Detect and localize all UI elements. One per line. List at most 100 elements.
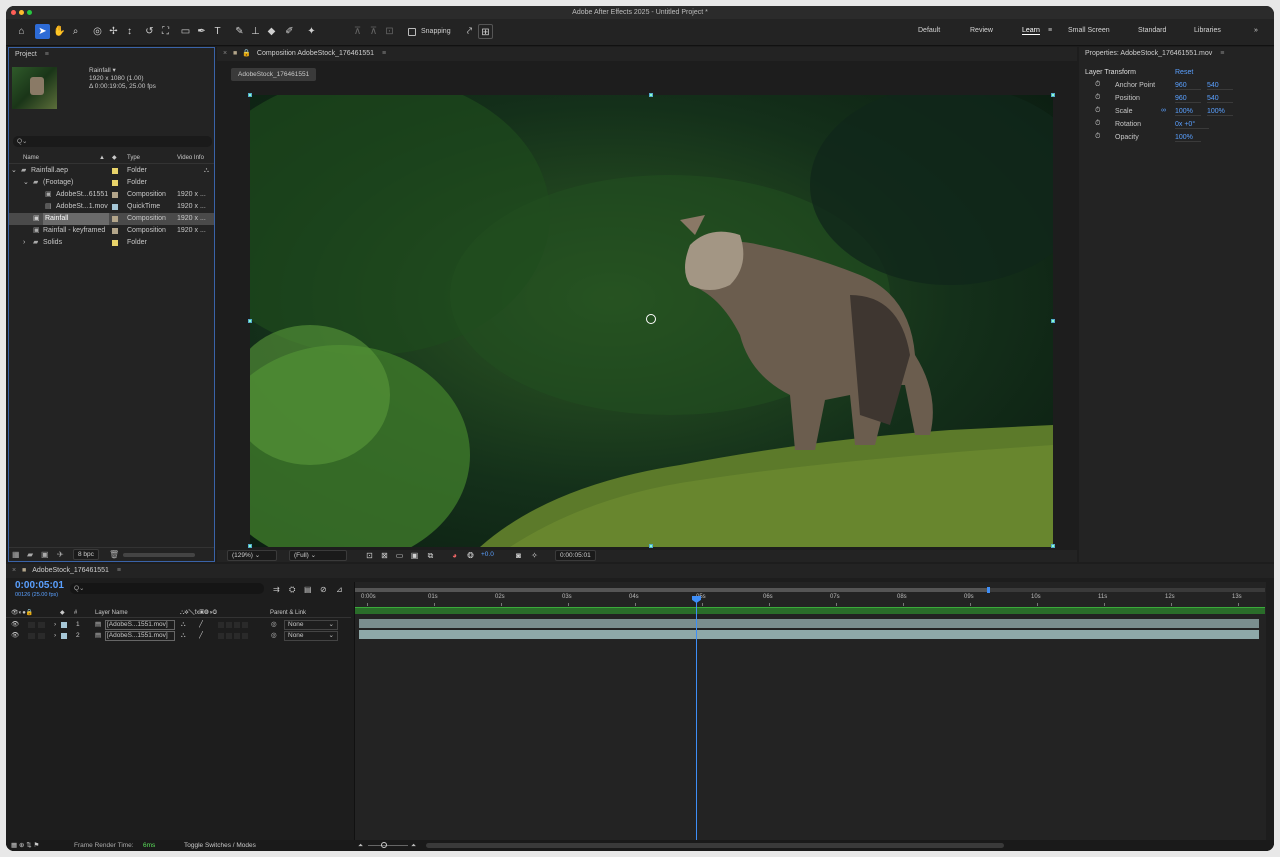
pick-whip-icon[interactable]: ◎ [271, 631, 277, 641]
column-type[interactable]: Type [127, 153, 140, 164]
project-item-footage[interactable]: ⌄ ▰ (Footage) Folder [9, 177, 214, 189]
column-name[interactable]: Name [23, 153, 39, 164]
label-swatch[interactable] [112, 204, 118, 210]
anchor-tool-icon[interactable]: ⛶ [158, 24, 173, 39]
pan-camera-icon[interactable]: ✢ [106, 24, 121, 39]
puppet-pin-icon[interactable]: ✦ [304, 24, 319, 39]
rectangle-tool-icon[interactable]: ▭ [178, 24, 193, 39]
rotate-tool-icon[interactable]: ↺ [142, 24, 157, 39]
reset-link[interactable]: Reset [1175, 69, 1193, 76]
stopwatch-icon[interactable]: ⏱ [1095, 107, 1100, 115]
workspace-menu-icon[interactable]: ≡ [1048, 27, 1052, 34]
position-y[interactable]: 540 [1207, 95, 1233, 103]
stopwatch-icon[interactable]: ⏱ [1095, 120, 1100, 128]
lock-icon[interactable]: 🔒 [242, 50, 251, 57]
close-tab-icon[interactable]: × [12, 567, 16, 574]
constrain-proportions-icon[interactable]: ∞ [1161, 107, 1166, 114]
scale-y[interactable]: 100% [1207, 108, 1233, 116]
label-swatch[interactable] [112, 180, 118, 186]
label-swatch[interactable] [112, 192, 118, 198]
bounding-handle[interactable] [248, 319, 252, 323]
region-of-interest-icon[interactable]: ⊠ [377, 548, 392, 563]
brush-tool-icon[interactable]: ✎ [232, 24, 247, 39]
zoom-tool-icon[interactable]: ⌕ [68, 24, 83, 39]
composition-tab-label[interactable]: Composition AdobeStock_176461551 [257, 50, 374, 57]
timeline-tab-label[interactable]: AdobeStock_176461551 [32, 567, 109, 574]
composition-viewer[interactable] [250, 95, 1053, 547]
project-item-rainfall-keyframed[interactable]: ▣ Rainfall - keyframed Composition 1920 … [9, 225, 214, 237]
layer-row-2[interactable]: 👁 › 2 ▤ [AdobeS...1551.mov] ⛬ ╱ ◎ None ⌄ [6, 631, 346, 641]
opacity-value[interactable]: 100% [1175, 134, 1201, 142]
workspace-review[interactable]: Review [970, 27, 993, 34]
collapse-chevron-icon[interactable]: › [23, 237, 25, 249]
quality-switch-icon[interactable]: ╱ [199, 631, 203, 641]
project-item-solids[interactable]: › ▰ Solids Folder [9, 237, 214, 249]
draft-3d-icon[interactable]: ⛭ [289, 585, 295, 595]
layer-2-duration-bar[interactable] [359, 630, 1259, 639]
thumb-name[interactable]: Rainfall ▾ [89, 67, 156, 75]
type-tool-icon[interactable]: T [210, 24, 225, 39]
sort-arrow-icon[interactable]: ▲ [99, 153, 105, 164]
label-swatch[interactable] [112, 228, 118, 234]
navigator-range[interactable] [355, 588, 987, 592]
work-area-bar[interactable] [355, 607, 1265, 614]
resolution-dropdown[interactable]: (Full) ⌄ [289, 550, 347, 561]
anchor-point-y[interactable]: 540 [1207, 82, 1233, 90]
minimize-window-button[interactable] [19, 10, 24, 15]
zoom-in-icon[interactable]: ⏶ [411, 840, 416, 851]
frame-blending-icon[interactable]: ⊘ [320, 585, 327, 594]
project-item-rainfall[interactable]: ▣ Rainfall Composition 1920 x ... [9, 213, 214, 225]
pick-whip-icon[interactable]: ◎ [271, 620, 277, 630]
grid-guide-icon[interactable]: ▣ [407, 548, 422, 563]
timeline-current-time[interactable]: 0:00:05:01 [15, 580, 64, 591]
panel-menu-icon[interactable]: ≡ [45, 51, 49, 58]
snap-grid-icon[interactable]: ⊞ [478, 24, 493, 39]
more-workspaces-icon[interactable]: » [1254, 27, 1258, 34]
time-ruler[interactable]: 0:00s01s02s03s04s05s06s07s08s09s10s11s12… [361, 594, 1263, 606]
label-column-icon[interactable]: ◆ [60, 608, 65, 618]
new-folder-icon[interactable]: ▰ [27, 548, 33, 562]
snap-edges-icon[interactable]: ⤤ [462, 24, 477, 39]
timeline-track-area[interactable]: 0:00s01s02s03s04s05s06s07s08s09s10s11s12… [354, 582, 1266, 844]
home-icon[interactable]: ⌂ [14, 24, 29, 39]
current-time-field[interactable]: 0:00:05:01 [555, 550, 596, 561]
hand-tool-icon[interactable]: ✋ [52, 24, 67, 39]
timeline-horizontal-scrollbar[interactable] [426, 843, 1004, 848]
toggle-switches-modes-button[interactable]: Toggle Switches / Modes [184, 840, 256, 851]
solo-toggle[interactable] [38, 622, 45, 628]
composition-breadcrumb[interactable]: AdobeStock_176461551 [231, 68, 317, 81]
magnification-dropdown[interactable]: (129%) ⌄ [227, 550, 277, 561]
column-video-info[interactable]: Video Info [177, 153, 204, 164]
layer-label-swatch[interactable] [61, 633, 67, 639]
playhead-line[interactable] [696, 596, 697, 844]
navigator-end-handle[interactable] [987, 587, 990, 593]
toggle-mask-icon[interactable]: ▭ [392, 548, 407, 563]
layer-1-duration-bar[interactable] [359, 619, 1259, 628]
close-window-button[interactable] [11, 10, 16, 15]
visibility-eye-icon[interactable]: 👁 [11, 631, 19, 641]
axis-world-icon[interactable]: ⊼ [366, 24, 381, 39]
project-item-mov-adobestock[interactable]: ▤ AdobeSt...1.mov QuickTime 1920 x ... [9, 201, 214, 213]
label-swatch[interactable] [112, 216, 118, 222]
audio-toggle[interactable] [28, 622, 35, 628]
bounding-handle[interactable] [649, 93, 653, 97]
collapse-transform-icon[interactable]: ⛬ [181, 620, 186, 630]
bounding-handle[interactable] [1051, 544, 1055, 548]
stopwatch-icon[interactable]: ⏱ [1095, 133, 1100, 141]
thumbnail-size-slider[interactable] [123, 553, 195, 557]
quality-switch-icon[interactable]: ╱ [199, 620, 203, 630]
workspace-small-screen[interactable]: Small Screen [1068, 27, 1110, 34]
layer-name[interactable]: [AdobeS...1551.mov] [105, 631, 175, 641]
dolly-camera-icon[interactable]: ↕ [122, 24, 137, 39]
position-x[interactable]: 960 [1175, 95, 1201, 103]
work-area-navigator[interactable] [355, 587, 1265, 593]
bounding-handle[interactable] [248, 544, 252, 548]
color-management-icon[interactable]: ◕ [447, 548, 462, 563]
workspace-learn[interactable]: Learn [1022, 27, 1040, 35]
rotation-value[interactable]: 0x +0° [1175, 121, 1209, 129]
bit-depth-button[interactable]: 8 bpc [73, 549, 99, 560]
new-composition-icon[interactable]: ▣ [41, 548, 49, 562]
solo-toggle[interactable] [38, 633, 45, 639]
zoom-out-icon[interactable]: ⏶ [358, 840, 363, 851]
layer-label-swatch[interactable] [61, 622, 67, 628]
